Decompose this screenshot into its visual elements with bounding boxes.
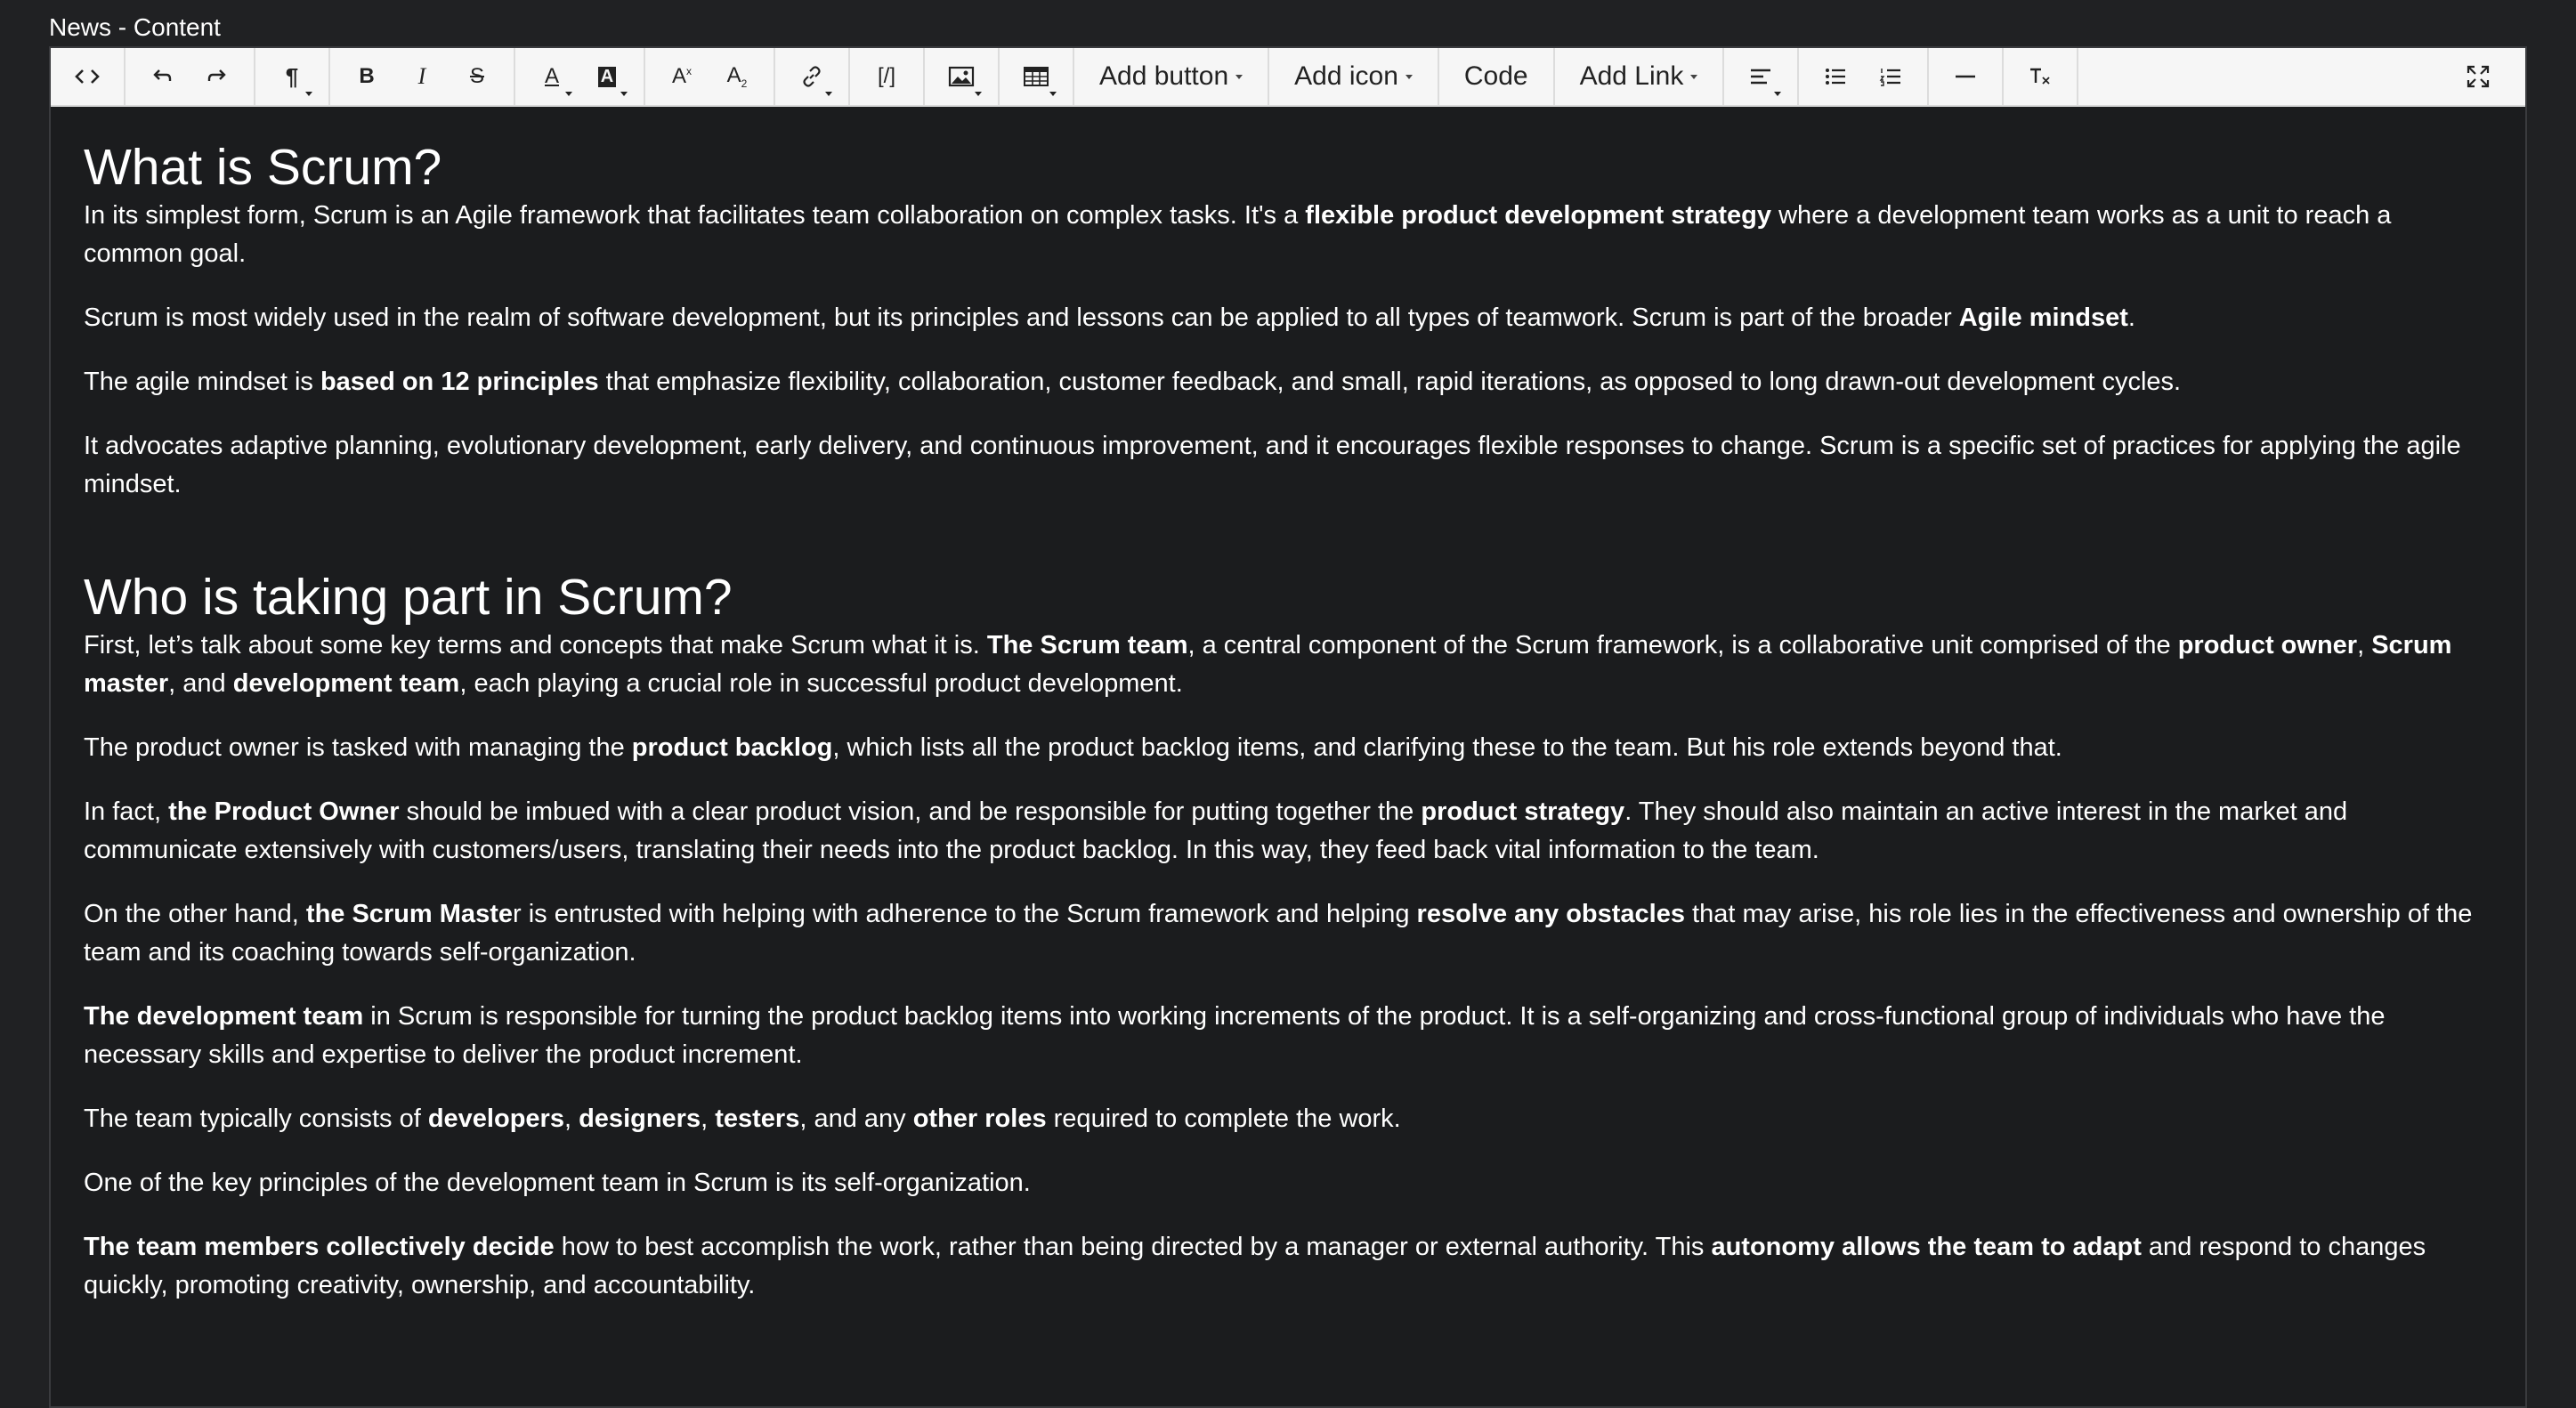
toolbar-group-add-button: Add button [1074, 48, 1270, 105]
background-color-icon: A [597, 66, 617, 87]
undo-button[interactable] [134, 48, 190, 105]
superscript-icon: Ax [671, 64, 692, 88]
font-color-button[interactable]: A [524, 48, 579, 105]
code-label: Code [1463, 61, 1528, 91]
fullscreen-icon [2467, 65, 2490, 88]
paragraph-4: It advocates adaptive planning, evolutio… [84, 432, 2461, 498]
italic-button[interactable]: I [394, 48, 450, 105]
paragraph-12: The team members collectively decide how… [84, 1233, 2426, 1299]
superscript-glyph: A [671, 64, 686, 88]
chevron-down-icon [975, 92, 982, 96]
code-view-button[interactable] [60, 48, 115, 105]
source-code-button[interactable]: [/] [859, 48, 914, 105]
bulleted-list-icon [1826, 69, 1846, 85]
paragraph-2: Scrum is most widely used in the realm o… [84, 303, 2135, 332]
paragraph-10: The team typically consists of developer… [84, 1105, 1401, 1133]
paragraph-icon: ¶ [285, 62, 299, 90]
paragraph-9: The development team in Scrum is respons… [84, 1002, 2386, 1069]
paragraph-11: One of the key principles of the develop… [84, 1169, 1031, 1197]
clear-formatting-button[interactable] [2013, 48, 2068, 105]
strikethrough-icon: S [469, 64, 484, 88]
chevron-down-icon [825, 92, 832, 96]
paragraph-7: In fact, the Product Owner should be imb… [84, 797, 2348, 864]
toolbar-group-source: [/] [850, 48, 925, 105]
paragraph-8: On the other hand, the Scrum Master is e… [84, 900, 2473, 967]
add-icon-dropdown[interactable]: Add icon [1278, 48, 1429, 105]
chevron-down-icon [1405, 74, 1413, 79]
link-icon [803, 66, 821, 87]
redo-icon [207, 69, 226, 81]
paragraph-1: In its simplest form, Scrum is an Agile … [84, 201, 2392, 268]
toolbar-group-paragraph: ¶ [255, 48, 330, 105]
editor-content[interactable]: What is Scrum? In its simplest form, Scr… [84, 105, 2490, 1406]
chevron-down-icon [1049, 92, 1057, 96]
code-button[interactable]: Code [1448, 48, 1544, 105]
source-code-icon: [/] [877, 64, 895, 88]
add-button-label: Add button [1099, 61, 1229, 91]
numbered-list-button[interactable] [1863, 48, 1918, 105]
bold-icon: B [359, 64, 375, 88]
add-link-dropdown[interactable]: Add Link [1564, 48, 1714, 105]
editor-toolbar: ¶ B I S A A Ax A2 [/] Add button Add ico… [51, 48, 2525, 107]
chevron-down-icon [620, 92, 628, 96]
fullscreen-button[interactable] [2450, 48, 2506, 105]
strikethrough-button[interactable]: S [450, 48, 505, 105]
align-button[interactable] [1733, 48, 1788, 105]
bold-button[interactable]: B [339, 48, 394, 105]
toolbar-group-view [51, 48, 126, 105]
rich-text-editor: ¶ B I S A A Ax A2 [/] Add button Add ico… [49, 46, 2527, 1408]
toolbar-group-lists [1799, 48, 1930, 105]
numbered-list-icon [1879, 69, 1901, 86]
horizontal-rule-button[interactable] [1938, 48, 1993, 105]
subscript-button[interactable]: A2 [709, 48, 765, 105]
toolbar-group-clear [2004, 48, 2079, 105]
add-link-label: Add Link [1579, 61, 1684, 91]
toolbar-group-table [1000, 48, 1074, 105]
italic-icon: I [417, 63, 426, 89]
align-left-icon [1751, 69, 1771, 85]
add-icon-label: Add icon [1294, 61, 1398, 91]
chevron-down-icon [565, 92, 572, 96]
bulleted-list-button[interactable] [1808, 48, 1863, 105]
toolbar-group-colors: A A [515, 48, 645, 105]
heading-what-is-scrum: What is Scrum? [84, 139, 442, 196]
toolbar-group-add-link: Add Link [1555, 48, 1725, 105]
clear-formatting-icon [2030, 68, 2050, 85]
add-button-dropdown[interactable]: Add button [1083, 48, 1259, 105]
chevron-down-icon [305, 92, 312, 96]
undo-icon [153, 69, 172, 81]
code-icon [75, 69, 100, 84]
toolbar-group-add-icon: Add icon [1269, 48, 1439, 105]
superscript-button[interactable]: Ax [654, 48, 709, 105]
field-label: News - Content [49, 13, 221, 41]
toolbar-group-hr [1929, 48, 2005, 105]
chevron-down-icon [1235, 74, 1243, 79]
font-color-icon: A [544, 64, 559, 88]
background-color-button[interactable]: A [579, 48, 635, 105]
paragraph-5: First, let’s talk about some key terms a… [84, 631, 2452, 698]
toolbar-group-link [775, 48, 850, 105]
toolbar-group-history [126, 48, 255, 105]
chevron-down-icon [1690, 74, 1698, 79]
image-icon [948, 66, 975, 87]
toolbar-group-script: Ax A2 [645, 48, 775, 105]
heading-who-is-taking-part: Who is taking part in Scrum? [84, 569, 733, 626]
table-icon [1024, 67, 1049, 86]
subscript-icon: A2 [726, 63, 748, 90]
redo-button[interactable] [190, 48, 245, 105]
insert-table-button[interactable] [1009, 48, 1064, 105]
paragraph-6: The product owner is tasked with managin… [84, 733, 2062, 762]
toolbar-group-code: Code [1439, 48, 1555, 105]
toolbar-group-align [1724, 48, 1800, 105]
subscript-glyph: A [726, 63, 741, 88]
horizontal-rule-icon [1956, 75, 1976, 78]
link-button[interactable] [784, 48, 839, 105]
toolbar-group-image [925, 48, 1000, 105]
paragraph-3: The agile mindset is based on 12 princip… [84, 368, 2182, 396]
paragraph-format-button[interactable]: ¶ [264, 48, 320, 105]
insert-image-button[interactable] [934, 48, 989, 105]
chevron-down-icon [1774, 92, 1782, 96]
toolbar-group-text-style: B I S [330, 48, 515, 105]
